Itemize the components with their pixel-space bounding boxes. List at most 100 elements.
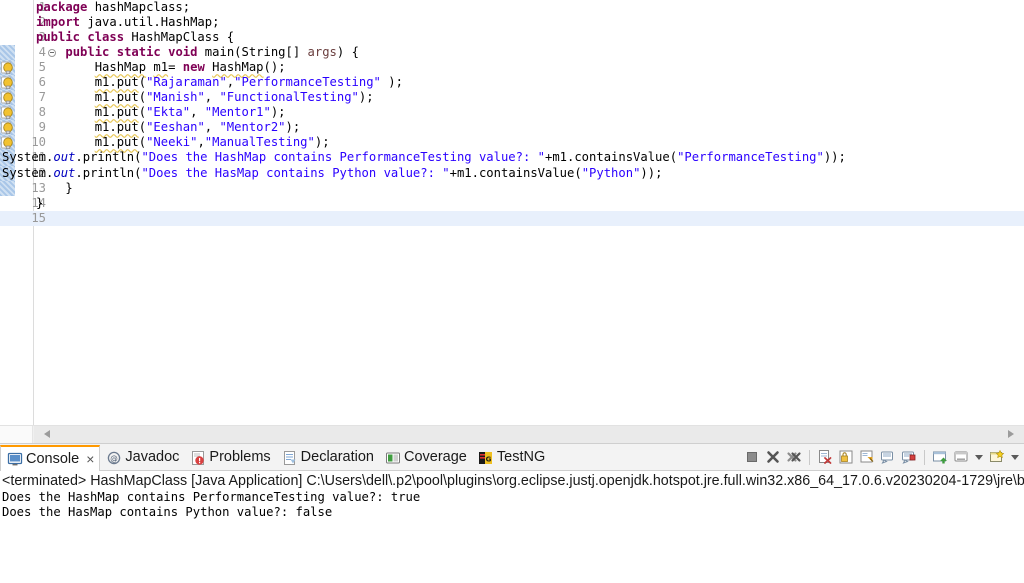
code-token: (); [263, 60, 286, 75]
code-token: ); [358, 90, 374, 105]
code-token: "Mentor2" [219, 120, 286, 135]
tab-label: Javadoc [125, 449, 180, 465]
code-line-text: } [36, 196, 43, 211]
editor-horizontal-scrollbar[interactable] [0, 425, 1024, 443]
code-token: = [168, 60, 183, 75]
display-selected-console-icon[interactable] [880, 449, 896, 465]
code-token: m1.put [94, 90, 139, 105]
code-token: "Rajaraman" [146, 75, 227, 90]
bottom-view-panel: Console × @ Javadoc Problems Declaration Cover… [0, 443, 1024, 583]
code-line[interactable]: 2 import java.util.HashMap; [0, 15, 1024, 30]
code-token: package [36, 0, 88, 14]
code-token: .println( [75, 150, 142, 165]
code-token: HashMap [94, 60, 147, 75]
pin-console-icon[interactable] [859, 449, 875, 465]
console-output-line: Does the HasMap contains Python value?: … [2, 505, 333, 520]
code-token: "Neeki" [146, 135, 198, 150]
code-line[interactable]: 5 HashMap m1= new HashMap(); [0, 60, 1024, 76]
code-token: static [116, 45, 161, 60]
word-wrap-icon[interactable] [932, 449, 948, 465]
maximize-caret-icon[interactable] [1011, 454, 1019, 460]
scroll-right-arrow-icon[interactable] [1008, 430, 1014, 438]
tab-coverage[interactable]: Coverage [379, 445, 472, 470]
terminate-icon[interactable] [744, 449, 760, 465]
code-line-text: m1.put("Neeki","ManualTesting"); [36, 135, 330, 150]
code-token: ); [270, 105, 286, 120]
code-line-text: m1.put("Ekta", "Mentor1"); [36, 105, 286, 120]
line-number: 15 [31, 210, 46, 225]
code-token: , [204, 120, 220, 135]
code-token: "Ekta" [146, 105, 191, 120]
code-line[interactable]: 8 m1.put("Ekta", "Mentor1"); [0, 105, 1024, 121]
scrollbar-corner [0, 426, 33, 443]
code-line[interactable]: 1 package hashMapclass; [0, 0, 1024, 15]
console-output-line: Does the HashMap contains PerformanceTes… [2, 490, 421, 504]
code-token: new [182, 60, 205, 75]
tab-declaration[interactable]: Declaration [276, 445, 379, 470]
code-token: ); [380, 75, 403, 90]
code-token: ( [138, 75, 147, 90]
code-line[interactable]: 13 } [0, 180, 1024, 196]
code-line[interactable]: 14} [0, 196, 1024, 211]
code-line[interactable]: 4 public static void main(String[] args)… [0, 45, 1024, 61]
code-token: , [190, 105, 205, 120]
code-line[interactable]: 6 m1.put("Rajaraman","PerformanceTesting… [0, 75, 1024, 91]
console-output-area[interactable]: <terminated> HashMapClass [Java Applicat… [0, 471, 1024, 583]
remove-launch-icon[interactable] [765, 449, 781, 465]
code-token: ( [138, 120, 147, 135]
code-token: ( [138, 90, 147, 105]
console-toolbar[interactable] [744, 444, 1020, 470]
minimize-icon[interactable] [953, 449, 969, 465]
new-console-view-icon[interactable] [989, 449, 1005, 465]
tab-console[interactable]: Console × [0, 444, 101, 471]
code-line[interactable]: 15 [0, 210, 1024, 226]
code-token: System. [2, 165, 54, 180]
code-token: , [197, 135, 205, 150]
code-token: public [65, 45, 110, 60]
code-token: import [36, 15, 81, 30]
code-token: "ManualTesting" [204, 135, 315, 150]
svg-text:G: G [486, 455, 492, 463]
scroll-left-arrow-icon[interactable] [44, 430, 50, 438]
java-code-editor[interactable]: 1 package hashMapclass; 2 import java.util.… [0, 0, 1024, 425]
code-token: m1.put [94, 105, 139, 120]
code-line-text: public static void main(String[] args) { [36, 45, 359, 60]
code-line[interactable]: 3 public class HashMapClass { [0, 30, 1024, 45]
javadoc-icon: @ [106, 450, 121, 465]
tab-close-icon[interactable]: × [86, 452, 94, 466]
tab-javadoc[interactable]: @ Javadoc [100, 445, 184, 470]
tab-label: Problems [209, 449, 271, 465]
code-line-text: HashMap m1= new HashMap(); [36, 60, 286, 75]
code-line[interactable]: 10 m1.put("Neeki","ManualTesting"); [0, 135, 1024, 151]
view-menu-caret-icon[interactable] [975, 454, 983, 460]
view-tab-bar[interactable]: Console × @ Javadoc Problems Declaration Cover… [0, 443, 1024, 471]
code-token: } [36, 195, 44, 210]
tab-testng[interactable]: G TestNG [472, 445, 550, 470]
tab-label: TestNG [496, 449, 546, 465]
scroll-lock-icon[interactable] [838, 449, 854, 465]
code-line-text: } [36, 181, 72, 196]
code-token: m1.put [94, 135, 139, 150]
code-lines-container[interactable]: 1 package hashMapclass; 2 import java.util.… [0, 0, 1024, 226]
code-token: .println( [75, 165, 142, 180]
open-console-icon[interactable] [901, 449, 917, 465]
code-token: +m1.containsValue( [545, 150, 678, 165]
code-line[interactable]: 11 System.out.println("Does the HashMap c… [0, 150, 1024, 166]
code-line[interactable]: 9 m1.put("Eeshan", "Mentor2"); [0, 120, 1024, 136]
code-token: System. [2, 150, 54, 165]
code-line-text: public class HashMapClass { [36, 30, 234, 45]
code-token: ( [138, 135, 147, 150]
clear-console-icon[interactable] [817, 449, 833, 465]
scrollbar-track[interactable] [34, 426, 1024, 443]
code-token: ); [314, 135, 330, 150]
code-token: "PerformanceTesting" [234, 75, 381, 90]
remove-all-terminated-icon[interactable] [786, 449, 802, 465]
code-token: class [87, 30, 125, 45]
tab-problems[interactable]: Problems [184, 445, 275, 470]
code-line[interactable]: 7 m1.put("Manish", "FunctionalTesting"); [0, 90, 1024, 106]
code-line[interactable]: 12 System.out.println("Does the HasMap co… [0, 165, 1024, 181]
